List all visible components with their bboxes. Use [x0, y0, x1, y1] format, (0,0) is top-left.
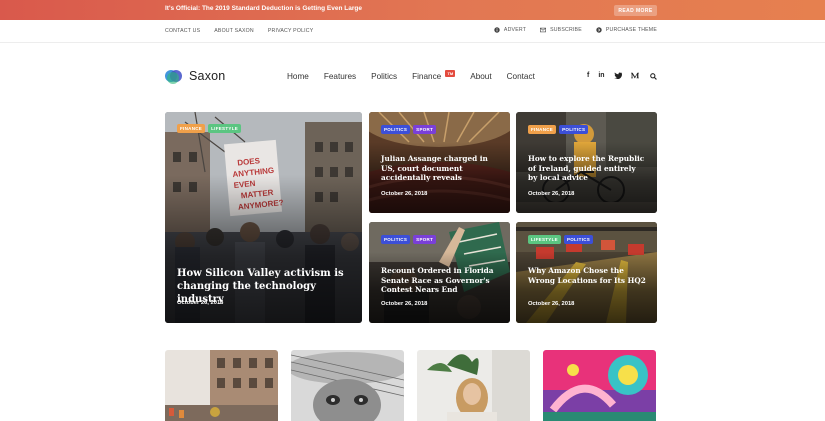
post-date-amazon: October 26, 2018	[528, 301, 575, 307]
logo-mark-icon	[165, 67, 183, 85]
post-tags-ireland: FINANCE POLITICS	[528, 125, 589, 134]
post-title-florida[interactable]: Recount Ordered in Florida Senate Race a…	[381, 266, 499, 295]
tag-politics[interactable]: POLITICS	[559, 125, 589, 134]
search-icon[interactable]	[650, 73, 657, 80]
site-logo[interactable]: Saxon	[165, 67, 225, 85]
post-title-ireland[interactable]: How to explore the Republic of Ireland, …	[528, 154, 646, 183]
utility-links: CONTACT US ABOUT SAXON PRIVACY POLICY	[165, 28, 313, 34]
contact-us-link[interactable]: CONTACT US	[165, 28, 200, 34]
logo-text: Saxon	[189, 69, 226, 83]
thumbnail-image-portrait	[291, 350, 404, 421]
post-overlay-amazon	[516, 252, 657, 323]
nav-finance-label: Finance	[412, 72, 442, 81]
advert-link[interactable]: ADVERT	[494, 27, 526, 33]
tag-lifestyle[interactable]: LIFESTYLE	[528, 235, 561, 244]
nav-features[interactable]: Features	[324, 72, 356, 81]
about-saxon-link[interactable]: ABOUT SAXON	[214, 28, 254, 34]
tag-finance[interactable]: FINANCE	[528, 125, 557, 134]
post-thumbnail-mural[interactable]	[543, 350, 656, 421]
privacy-policy-link[interactable]: PRIVACY POLICY	[268, 28, 314, 34]
featured-post-card[interactable]: DOESANYTHINGEVENMATTERANYMORE? FINANCE L…	[165, 112, 362, 323]
tag-sport[interactable]: SPORT	[413, 125, 437, 134]
tag-finance[interactable]: FINANCE	[177, 124, 206, 133]
nav-home[interactable]: Home	[287, 72, 309, 81]
post-date-assange: October 26, 2018	[381, 191, 428, 197]
post-card-florida[interactable]: POLITICS SPORT Recount Ordered in Florid…	[369, 222, 510, 323]
post-tags-amazon: LIFESTYLE POLITICS	[528, 235, 594, 244]
circle-arrow-icon	[596, 27, 602, 33]
post-tags-florida: POLITICS SPORT	[381, 235, 437, 244]
advert-label: ADVERT	[503, 27, 527, 33]
post-tags-assange: POLITICS SPORT	[381, 125, 437, 134]
post-card-amazon[interactable]: LIFESTYLE POLITICS Why Amazon Chose the …	[516, 222, 657, 323]
thumbnail-image-woman	[417, 350, 530, 421]
mail-icon	[540, 27, 547, 33]
featured-post-date: October 26, 2018	[177, 300, 224, 306]
read-more-button[interactable]: READ MORE	[614, 5, 657, 16]
linkedin-icon[interactable]: in	[598, 72, 604, 79]
promo-text[interactable]: It's Official: The 2019 Standard Deducti…	[165, 5, 362, 12]
nav-about[interactable]: About	[470, 72, 491, 81]
nav-finance[interactable]: Finance TM	[412, 70, 456, 81]
utility-actions: ADVERT SUBSCRIBE PURCHASE THEME	[494, 27, 657, 33]
tag-politics[interactable]: POLITICS	[381, 125, 411, 134]
tag-lifestyle[interactable]: LIFESTYLE	[208, 124, 242, 133]
subscribe-label: SUBSCRIBE	[550, 27, 582, 33]
post-title-assange[interactable]: Julian Assange charged in US, court docu…	[381, 154, 499, 183]
tag-sport[interactable]: SPORT	[413, 235, 437, 244]
utility-bar: CONTACT US ABOUT SAXON PRIVACY POLICY AD…	[0, 20, 825, 43]
post-date-florida: October 26, 2018	[381, 301, 428, 307]
medium-icon[interactable]	[630, 72, 639, 79]
purchase-theme-link[interactable]: PURCHASE THEME	[596, 27, 657, 33]
info-icon	[494, 27, 500, 33]
nav-politics[interactable]: Politics	[371, 72, 397, 81]
post-title-amazon[interactable]: Why Amazon Chose the Wrong Locations for…	[528, 266, 646, 285]
thumbnail-image-street	[165, 350, 278, 421]
tag-politics[interactable]: POLITICS	[381, 235, 411, 244]
post-thumbnail-street[interactable]	[165, 350, 278, 421]
purchase-theme-label: PURCHASE THEME	[605, 27, 657, 33]
subscribe-link[interactable]: SUBSCRIBE	[540, 27, 582, 33]
promo-bar: It's Official: The 2019 Standard Deducti…	[0, 0, 825, 20]
twitter-icon[interactable]	[613, 72, 622, 79]
thumbnail-image-mural	[543, 350, 656, 421]
post-date-ireland: October 26, 2018	[528, 191, 575, 197]
facebook-icon[interactable]: f	[587, 72, 589, 79]
featured-post-tags: FINANCE LIFESTYLE	[177, 124, 242, 133]
post-thumbnail-woman[interactable]	[417, 350, 530, 421]
nav-contact[interactable]: Contact	[507, 72, 535, 81]
main-nav: Home Features Politics Finance TM About …	[287, 70, 535, 81]
tag-politics[interactable]: POLITICS	[563, 235, 594, 244]
post-card-ireland[interactable]: FINANCE POLITICS How to explore the Repu…	[516, 112, 657, 213]
post-thumbnail-portrait[interactable]	[291, 350, 404, 421]
post-card-assange[interactable]: POLITICS SPORT Julian Assange charged in…	[369, 112, 510, 213]
social-links: f in	[587, 72, 639, 79]
finance-badge: TM	[445, 70, 456, 77]
